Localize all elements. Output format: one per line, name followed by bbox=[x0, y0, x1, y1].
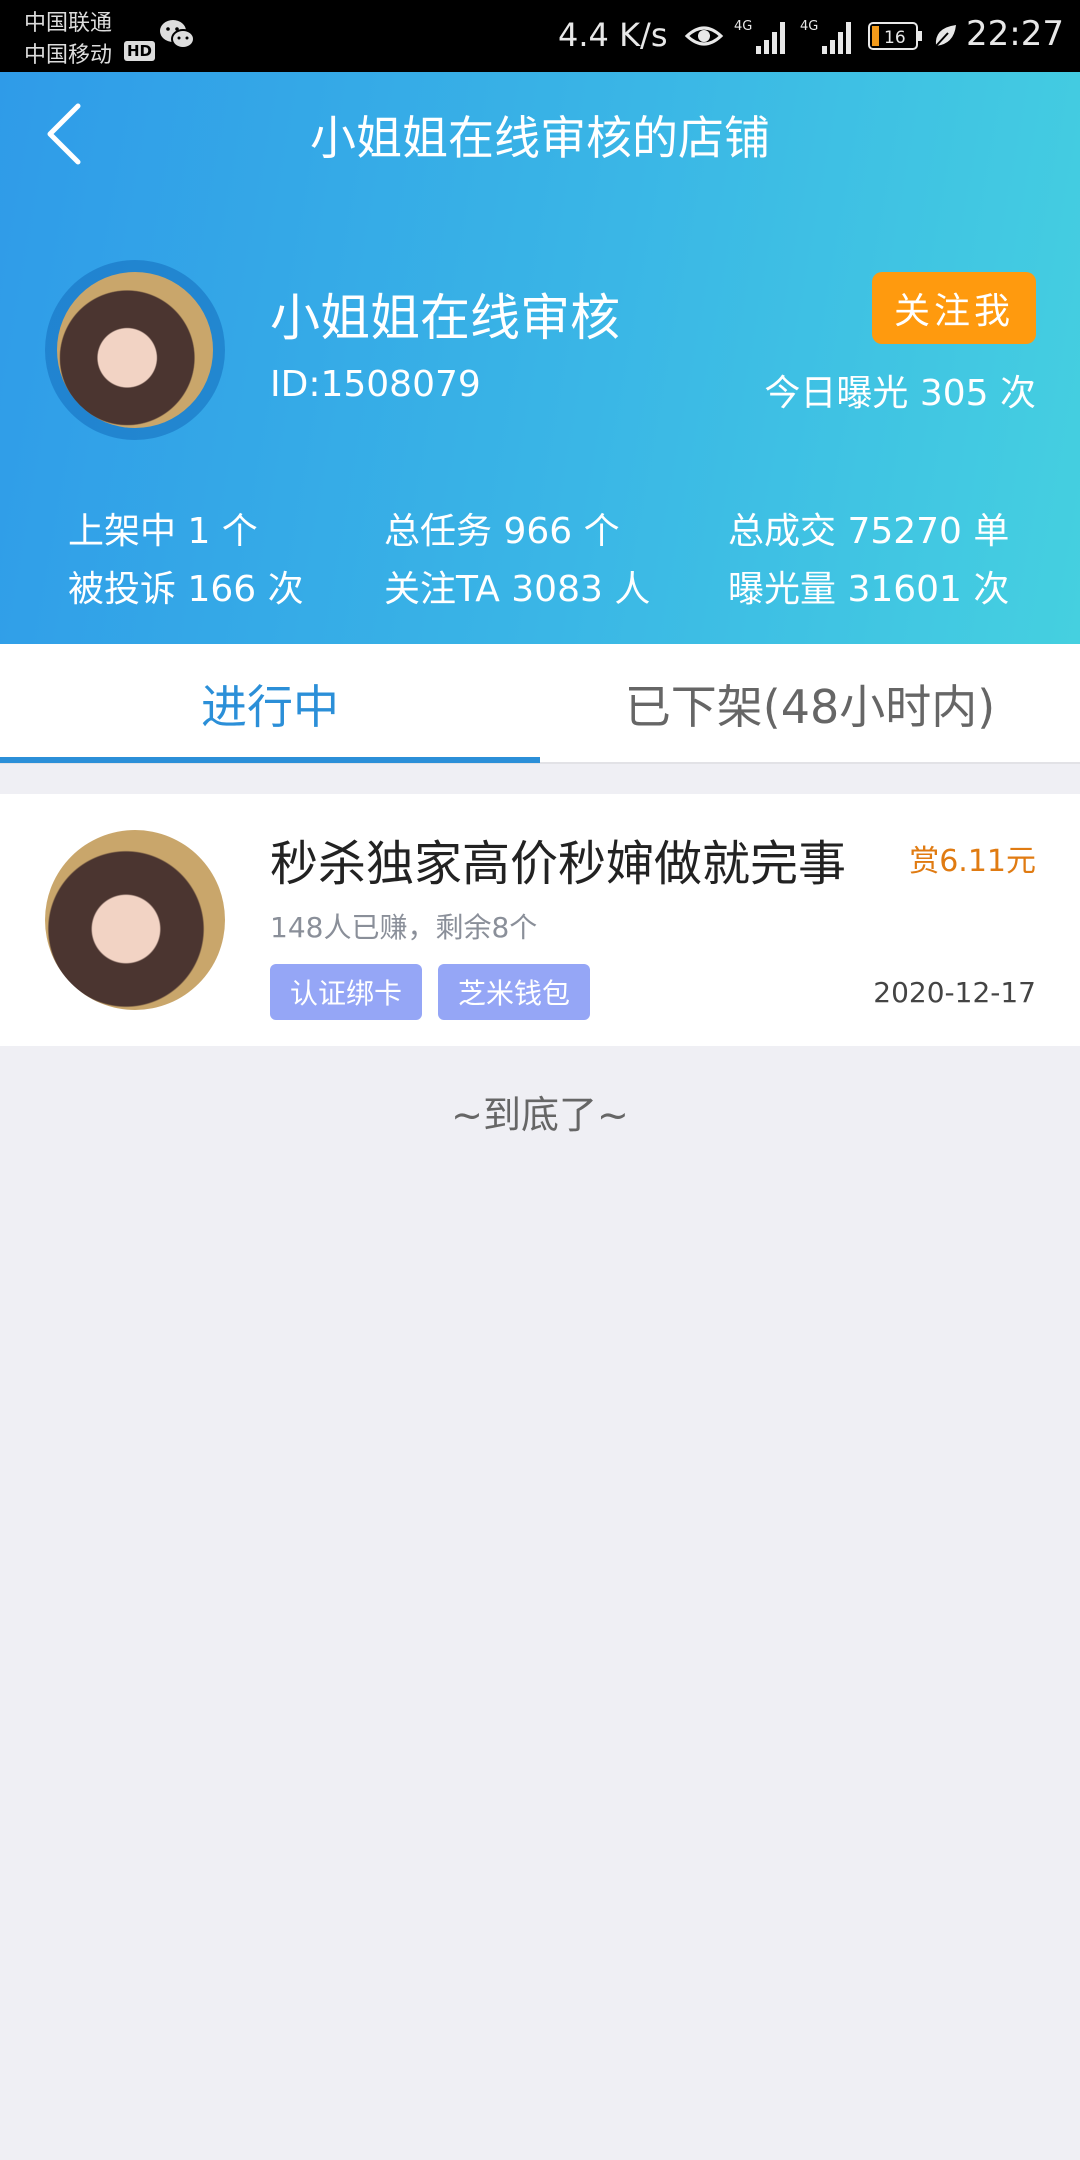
stat-total-deals: 总成交 75270 单 bbox=[728, 511, 1010, 552]
tab-bar: 进行中 已下架(48小时内) bbox=[0, 644, 1080, 764]
list-end-text: ~到底了~ bbox=[451, 1093, 629, 1137]
task-card[interactable]: 秒杀独家高价秒婶做就完事 赏6.11元 148人已赚，剩余8个 认证绑卡 芝米钱… bbox=[0, 794, 1080, 1046]
tab-in-progress[interactable]: 进行中 bbox=[0, 644, 540, 764]
exposure-today: 今日曝光 305 次 bbox=[764, 373, 1036, 414]
task-tag: 认证绑卡 bbox=[270, 964, 423, 1020]
task-title: 秒杀独家高价秒婶做就完事 bbox=[270, 836, 847, 892]
stat-listed: 上架中 1 个 bbox=[68, 511, 258, 552]
page-title: 小姐姐在线审核的店铺 bbox=[310, 111, 770, 165]
signal-2-icon: 4G bbox=[800, 19, 851, 54]
stat-exposure: 曝光量 31601 次 bbox=[728, 569, 1010, 610]
clock: 22:27 bbox=[966, 14, 1064, 54]
signal-2-label: 4G bbox=[800, 19, 818, 34]
follow-button[interactable]: 关注我 bbox=[872, 272, 1036, 344]
stat-total-tasks: 总任务 966 个 bbox=[384, 511, 620, 552]
signal-1-label: 4G bbox=[734, 19, 752, 34]
shop-page: 中国联通 中国移动 HD 4.4 K/s 4G 4G 16 22:27 小姐姐在… bbox=[0, 0, 1080, 2160]
shop-header: 小姐姐在线审核的店铺 小姐姐在线审核 ID:1508079 关注我 今日曝光 3… bbox=[0, 72, 1080, 644]
task-avatar bbox=[45, 830, 225, 1010]
shop-id: ID:1508079 bbox=[270, 364, 481, 405]
shop-name: 小姐姐在线审核 bbox=[270, 289, 620, 347]
carrier-2: 中国移动 bbox=[24, 43, 113, 68]
active-tab-indicator bbox=[0, 757, 540, 763]
stat-followers: 关注TA 3083 人 bbox=[384, 569, 651, 610]
network-speed: 4.4 K/s bbox=[558, 16, 668, 54]
task-tag: 芝米钱包 bbox=[438, 964, 591, 1020]
task-date: 2020-12-17 bbox=[873, 976, 1036, 1009]
hd-badge: HD bbox=[124, 41, 156, 61]
task-progress: 148人已赚，剩余8个 bbox=[270, 911, 538, 944]
status-bar: 中国联通 中国移动 HD 4.4 K/s 4G 4G 16 22:27 bbox=[0, 0, 1080, 72]
task-reward: 赏6.11元 bbox=[909, 844, 1036, 879]
battery-icon: 16 bbox=[868, 22, 922, 50]
wechat-icon bbox=[160, 20, 195, 49]
stat-complaints: 被投诉 166 次 bbox=[68, 569, 304, 610]
tab-delisted[interactable]: 已下架(48小时内) bbox=[540, 644, 1080, 764]
battery-level: 16 bbox=[884, 28, 906, 48]
avatar-photo bbox=[57, 272, 213, 428]
eye-icon bbox=[684, 26, 724, 46]
shop-avatar bbox=[45, 260, 225, 440]
carrier-1: 中国联通 bbox=[24, 11, 113, 36]
leaf-icon bbox=[935, 25, 956, 47]
signal-1-icon: 4G bbox=[734, 19, 785, 54]
